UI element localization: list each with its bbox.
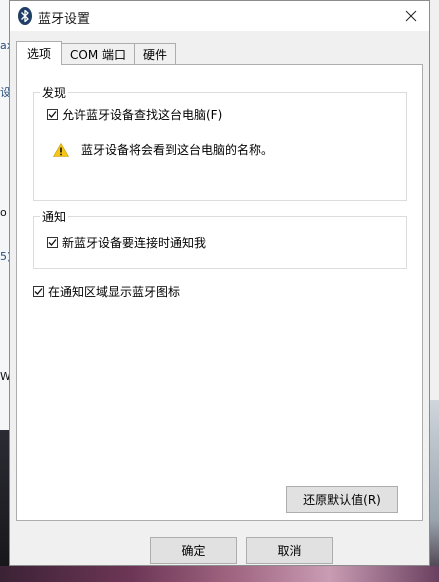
notify-new-device-label: 新蓝牙设备要连接时通知我 [62,236,207,250]
notify-new-device-checkbox[interactable]: 新蓝牙设备要连接时通知我 [47,234,206,251]
tab-strip: 选项 COM 端口 硬件 [16,41,177,65]
tab-label: 选项 [27,47,52,61]
title-bar[interactable]: 蓝牙设置 [10,1,429,31]
restore-defaults-button[interactable]: 还原默认值(R) [286,486,398,513]
checkbox-box[interactable] [33,286,44,297]
tab-label: COM 端口 [70,48,127,62]
options-panel: 发现 允许蓝牙设备查找这台电脑(F) 蓝牙设备将会看到这台电脑的名称。 通知 新… [16,64,423,521]
cancel-button[interactable]: 取消 [246,537,333,564]
background-wallpaper-strip [0,566,439,582]
checkbox-box[interactable] [47,109,58,120]
discovery-group-title: 发现 [40,84,69,101]
tab-label: 硬件 [143,48,168,62]
restore-defaults-label: 还原默认值(R) [303,493,381,507]
checkmark-icon [48,239,57,246]
warning-text: 蓝牙设备将会看到这台电脑的名称。 [81,143,274,157]
warning-icon [53,142,69,157]
ok-button[interactable]: 确定 [150,537,237,564]
ok-label: 确定 [181,544,206,558]
background-text-fragment: o [0,206,7,219]
close-icon [405,10,417,22]
allow-discovery-checkbox[interactable]: 允许蓝牙设备查找这台电脑(F) [47,106,222,123]
checkbox-box[interactable] [47,237,58,248]
window-title: 蓝牙设置 [38,12,91,27]
checkmark-icon [48,111,57,118]
bluetooth-icon [18,7,32,25]
bluetooth-settings-dialog: 蓝牙设置 选项 COM 端口 硬件 发现 允许蓝牙设备查找这台电脑(F) 蓝牙设… [9,0,430,566]
tab-hardware[interactable]: 硬件 [134,43,177,65]
allow-discovery-label: 允许蓝牙设备查找这台电脑(F) [62,108,223,122]
show-tray-icon-checkbox[interactable]: 在通知区域显示蓝牙图标 [33,283,180,300]
tab-options[interactable]: 选项 [16,41,63,65]
cancel-label: 取消 [277,544,302,558]
show-tray-icon-label: 在通知区域显示蓝牙图标 [48,285,181,299]
checkmark-icon [34,288,43,295]
discovery-warning: 蓝牙设备将会看到这台电脑的名称。 [53,141,273,158]
background-desktop-right [430,0,439,582]
tab-com-ports[interactable]: COM 端口 [61,43,136,65]
close-button[interactable] [393,1,429,31]
notifications-group-title: 通知 [40,208,69,225]
